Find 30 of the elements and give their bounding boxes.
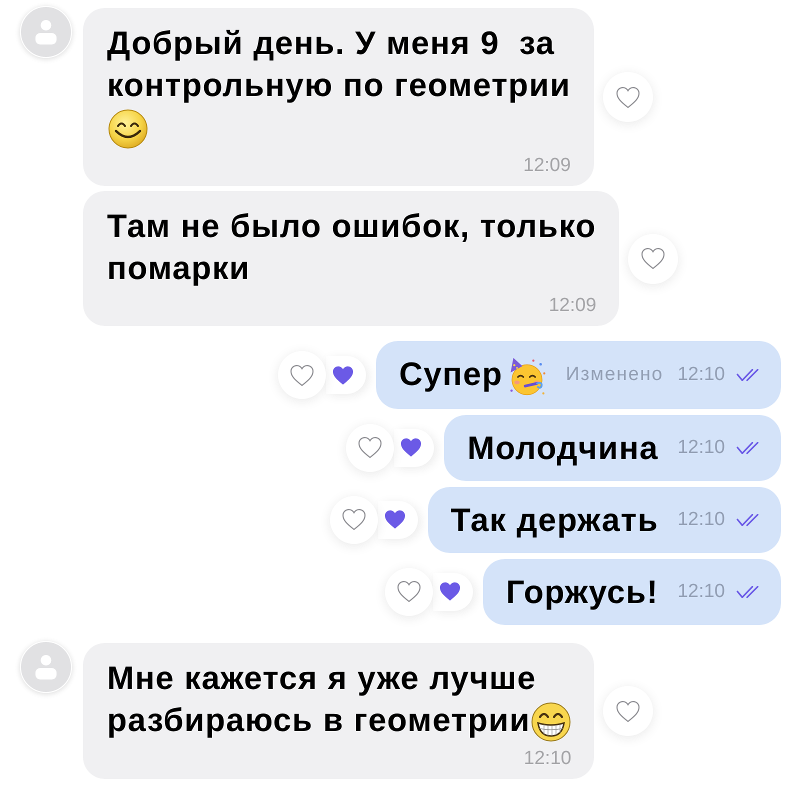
message-time: 12:09 <box>523 156 571 176</box>
edited-label: Изменено <box>566 364 664 386</box>
message-text: Мне кажется я уже лучше разбираюсь в геометрии <box>107 660 536 738</box>
heart-icon <box>382 509 407 530</box>
heart-outline-icon <box>289 364 316 387</box>
heart-outline-icon <box>340 508 367 532</box>
message-text: Там не было ошибок, только помарки <box>107 208 596 286</box>
message-text: Молодчина <box>467 430 658 466</box>
heart-outline-icon <box>640 247 666 270</box>
heart-outline-icon <box>396 580 422 604</box>
heart-icon <box>331 364 356 386</box>
message-text: Горжусь! <box>506 574 658 610</box>
heart-icon <box>399 437 424 458</box>
message-time: 12:09 <box>548 296 596 316</box>
message-time: 12:10 <box>677 364 725 386</box>
heart-outline-icon <box>614 86 641 109</box>
heart-icon <box>438 581 462 602</box>
like-reaction[interactable] <box>326 356 366 394</box>
message-text: Добрый день. У меня 9 за контрольную по геометрии <box>107 25 571 103</box>
message-time: 12:10 <box>677 436 725 459</box>
message-time: 12:10 <box>677 580 725 603</box>
heart-outline-icon <box>615 700 642 723</box>
message-time: 12:10 <box>677 508 725 531</box>
heart-outline-icon <box>357 436 384 460</box>
like-reaction[interactable] <box>394 428 434 467</box>
like-reaction[interactable] <box>432 572 473 611</box>
like-reaction[interactable] <box>378 500 418 539</box>
message-text: Супер <box>399 356 503 392</box>
message-time: 12:10 <box>524 749 572 770</box>
message-text: Так держать <box>450 502 658 538</box>
